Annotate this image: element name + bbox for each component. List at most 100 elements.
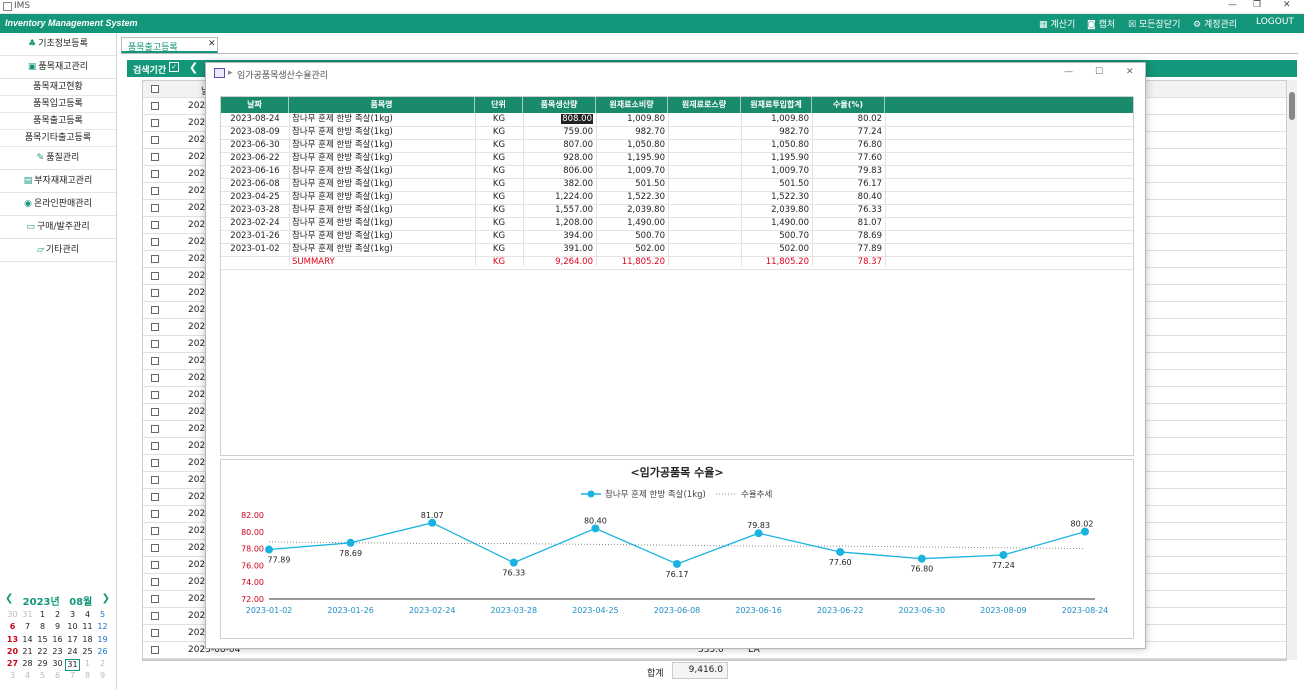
sidebar-item-basic-info[interactable]: ♣ 기초정보등록 bbox=[0, 33, 116, 56]
row-checkbox[interactable] bbox=[151, 408, 159, 416]
calendar-day[interactable]: 6 bbox=[50, 671, 65, 683]
row-checkbox[interactable] bbox=[151, 476, 159, 484]
calendar-day[interactable]: 2 bbox=[50, 610, 65, 622]
calendar-day[interactable]: 5 bbox=[95, 610, 110, 622]
next-month-icon[interactable]: ❯ bbox=[102, 593, 110, 604]
header-col-date[interactable]: 날짜 bbox=[221, 97, 289, 113]
cell-col-item[interactable]: 참나무 훈제 한방 족살(1kg) bbox=[292, 217, 472, 230]
calculator-button[interactable]: ▦ 계산기 bbox=[1039, 17, 1075, 30]
row-checkbox[interactable] bbox=[151, 595, 159, 603]
vertical-scrollbar[interactable] bbox=[1287, 80, 1297, 660]
row-checkbox[interactable] bbox=[151, 493, 159, 501]
row-checkbox[interactable] bbox=[151, 612, 159, 620]
summary-col-consumption[interactable]: 11,805.20 bbox=[599, 256, 665, 269]
summary-col-loss[interactable] bbox=[671, 256, 738, 269]
account-button[interactable]: ⚙ 계정관리 bbox=[1193, 17, 1237, 30]
cell-col-date[interactable]: 2023-06-30 bbox=[224, 139, 286, 152]
row-checkbox[interactable] bbox=[151, 221, 159, 229]
cell-col-output[interactable]: 1,224.00 bbox=[526, 191, 593, 204]
calendar-day[interactable]: 29 bbox=[35, 659, 50, 671]
cell-col-consumption[interactable]: 982.70 bbox=[599, 126, 665, 139]
calendar-day[interactable]: 2 bbox=[95, 659, 110, 671]
tab-close-icon[interactable]: ✕ bbox=[208, 39, 216, 49]
calendar-day[interactable]: 12 bbox=[95, 622, 110, 634]
cell-col-input-total[interactable]: 501.50 bbox=[744, 178, 809, 191]
cell-col-date[interactable]: 2023-02-24 bbox=[224, 217, 286, 230]
sidebar-item-quality[interactable]: ✎ 품질관리 bbox=[0, 147, 116, 170]
cell-col-yield[interactable]: 77.60 bbox=[815, 152, 882, 165]
calendar-day[interactable]: 6 bbox=[5, 622, 20, 634]
summary-col-yield[interactable]: 78.37 bbox=[815, 256, 882, 269]
cell-col-input-total[interactable]: 1,195.90 bbox=[744, 152, 809, 165]
calendar-day[interactable]: 17 bbox=[65, 635, 80, 647]
modal-close-icon[interactable]: ✕ bbox=[1126, 67, 1134, 77]
row-checkbox[interactable] bbox=[151, 629, 159, 637]
calendar-day[interactable]: 3 bbox=[65, 610, 80, 622]
cell-col-yield[interactable]: 79.83 bbox=[815, 165, 882, 178]
close-icon[interactable]: ✕ bbox=[1283, 0, 1291, 10]
capture-button[interactable]: ◙ 캡처 bbox=[1087, 17, 1115, 30]
row-checkbox[interactable] bbox=[151, 510, 159, 518]
modal-maximize-icon[interactable]: ☐ bbox=[1095, 67, 1103, 77]
cell-col-unit[interactable]: KG bbox=[478, 217, 520, 230]
cell-col-consumption[interactable]: 501.50 bbox=[599, 178, 665, 191]
cell-col-loss[interactable] bbox=[671, 230, 738, 243]
header-col-input-total[interactable]: 원재료투입합계 bbox=[741, 97, 812, 113]
cell-col-output[interactable]: 1,557.00 bbox=[526, 204, 593, 217]
calendar-day[interactable]: 18 bbox=[80, 635, 95, 647]
calendar-day[interactable]: 9 bbox=[95, 671, 110, 683]
cell-col-date[interactable]: 2023-08-09 bbox=[224, 126, 286, 139]
calendar-day[interactable]: 23 bbox=[50, 647, 65, 659]
cell-col-input-total[interactable]: 1,490.00 bbox=[744, 217, 809, 230]
header-col-yield[interactable]: 수율(%) bbox=[812, 97, 885, 113]
row-checkbox[interactable] bbox=[151, 340, 159, 348]
calendar-day[interactable]: 1 bbox=[35, 610, 50, 622]
cell-col-unit[interactable]: KG bbox=[478, 230, 520, 243]
minimize-icon[interactable]: — bbox=[1228, 0, 1237, 10]
cell-col-date[interactable]: 2023-06-16 bbox=[224, 165, 286, 178]
row-checkbox[interactable] bbox=[151, 187, 159, 195]
cell-col-unit[interactable]: KG bbox=[478, 191, 520, 204]
cell-col-date[interactable]: 2023-03-28 bbox=[224, 204, 286, 217]
calendar-day[interactable]: 31 bbox=[20, 610, 35, 622]
cell-col-yield[interactable]: 76.80 bbox=[815, 139, 882, 152]
row-checkbox[interactable] bbox=[151, 255, 159, 263]
cell-col-consumption[interactable]: 1,522.30 bbox=[599, 191, 665, 204]
cell-col-yield[interactable]: 78.69 bbox=[815, 230, 882, 243]
cell-col-consumption[interactable]: 1,195.90 bbox=[599, 152, 665, 165]
row-checkbox[interactable] bbox=[151, 646, 159, 654]
cell-col-item[interactable]: 참나무 훈제 한방 족살(1kg) bbox=[292, 178, 472, 191]
cell-col-yield[interactable]: 77.89 bbox=[815, 243, 882, 256]
cell-col-input-total[interactable]: 982.70 bbox=[744, 126, 809, 139]
cell-col-date[interactable]: 2023-04-25 bbox=[224, 191, 286, 204]
cell-col-consumption[interactable]: 1,050.80 bbox=[599, 139, 665, 152]
row-checkbox[interactable] bbox=[151, 425, 159, 433]
cell-col-item[interactable]: 참나무 훈제 한방 족살(1kg) bbox=[292, 139, 472, 152]
calendar-day[interactable]: 4 bbox=[80, 610, 95, 622]
calendar-day[interactable]: 28 bbox=[20, 659, 35, 671]
row-checkbox[interactable] bbox=[151, 323, 159, 331]
calendar-day[interactable]: 11 bbox=[80, 622, 95, 634]
cell-col-input-total[interactable]: 2,039.80 bbox=[744, 204, 809, 217]
cell-col-item[interactable]: 참나무 훈제 한방 족살(1kg) bbox=[292, 191, 472, 204]
row-checkbox[interactable] bbox=[151, 459, 159, 467]
calendar-day[interactable]: 26 bbox=[95, 647, 110, 659]
cell-col-input-total[interactable]: 1,009.80 bbox=[744, 113, 809, 126]
calendar-day[interactable]: 22 bbox=[35, 647, 50, 659]
sidebar-item-purchase[interactable]: ▭ 구매/발주관리 bbox=[0, 216, 116, 239]
header-col-consumption[interactable]: 원재료소비량 bbox=[596, 97, 668, 113]
cell-col-unit[interactable]: KG bbox=[478, 165, 520, 178]
calendar-day[interactable]: 19 bbox=[95, 635, 110, 647]
calendar-day[interactable]: 4 bbox=[20, 671, 35, 683]
cell-col-consumption[interactable]: 502.00 bbox=[599, 243, 665, 256]
row-checkbox[interactable] bbox=[151, 136, 159, 144]
row-checkbox[interactable] bbox=[151, 170, 159, 178]
row-checkbox[interactable] bbox=[151, 578, 159, 586]
cell-col-consumption[interactable]: 1,009.70 bbox=[599, 165, 665, 178]
cell-col-input-total[interactable]: 1,522.30 bbox=[744, 191, 809, 204]
cell-col-output[interactable]: 928.00 bbox=[526, 152, 593, 165]
cell-col-yield[interactable]: 81.07 bbox=[815, 217, 882, 230]
row-checkbox[interactable] bbox=[151, 153, 159, 161]
cell-col-unit[interactable]: KG bbox=[478, 204, 520, 217]
cell-col-loss[interactable] bbox=[671, 243, 738, 256]
